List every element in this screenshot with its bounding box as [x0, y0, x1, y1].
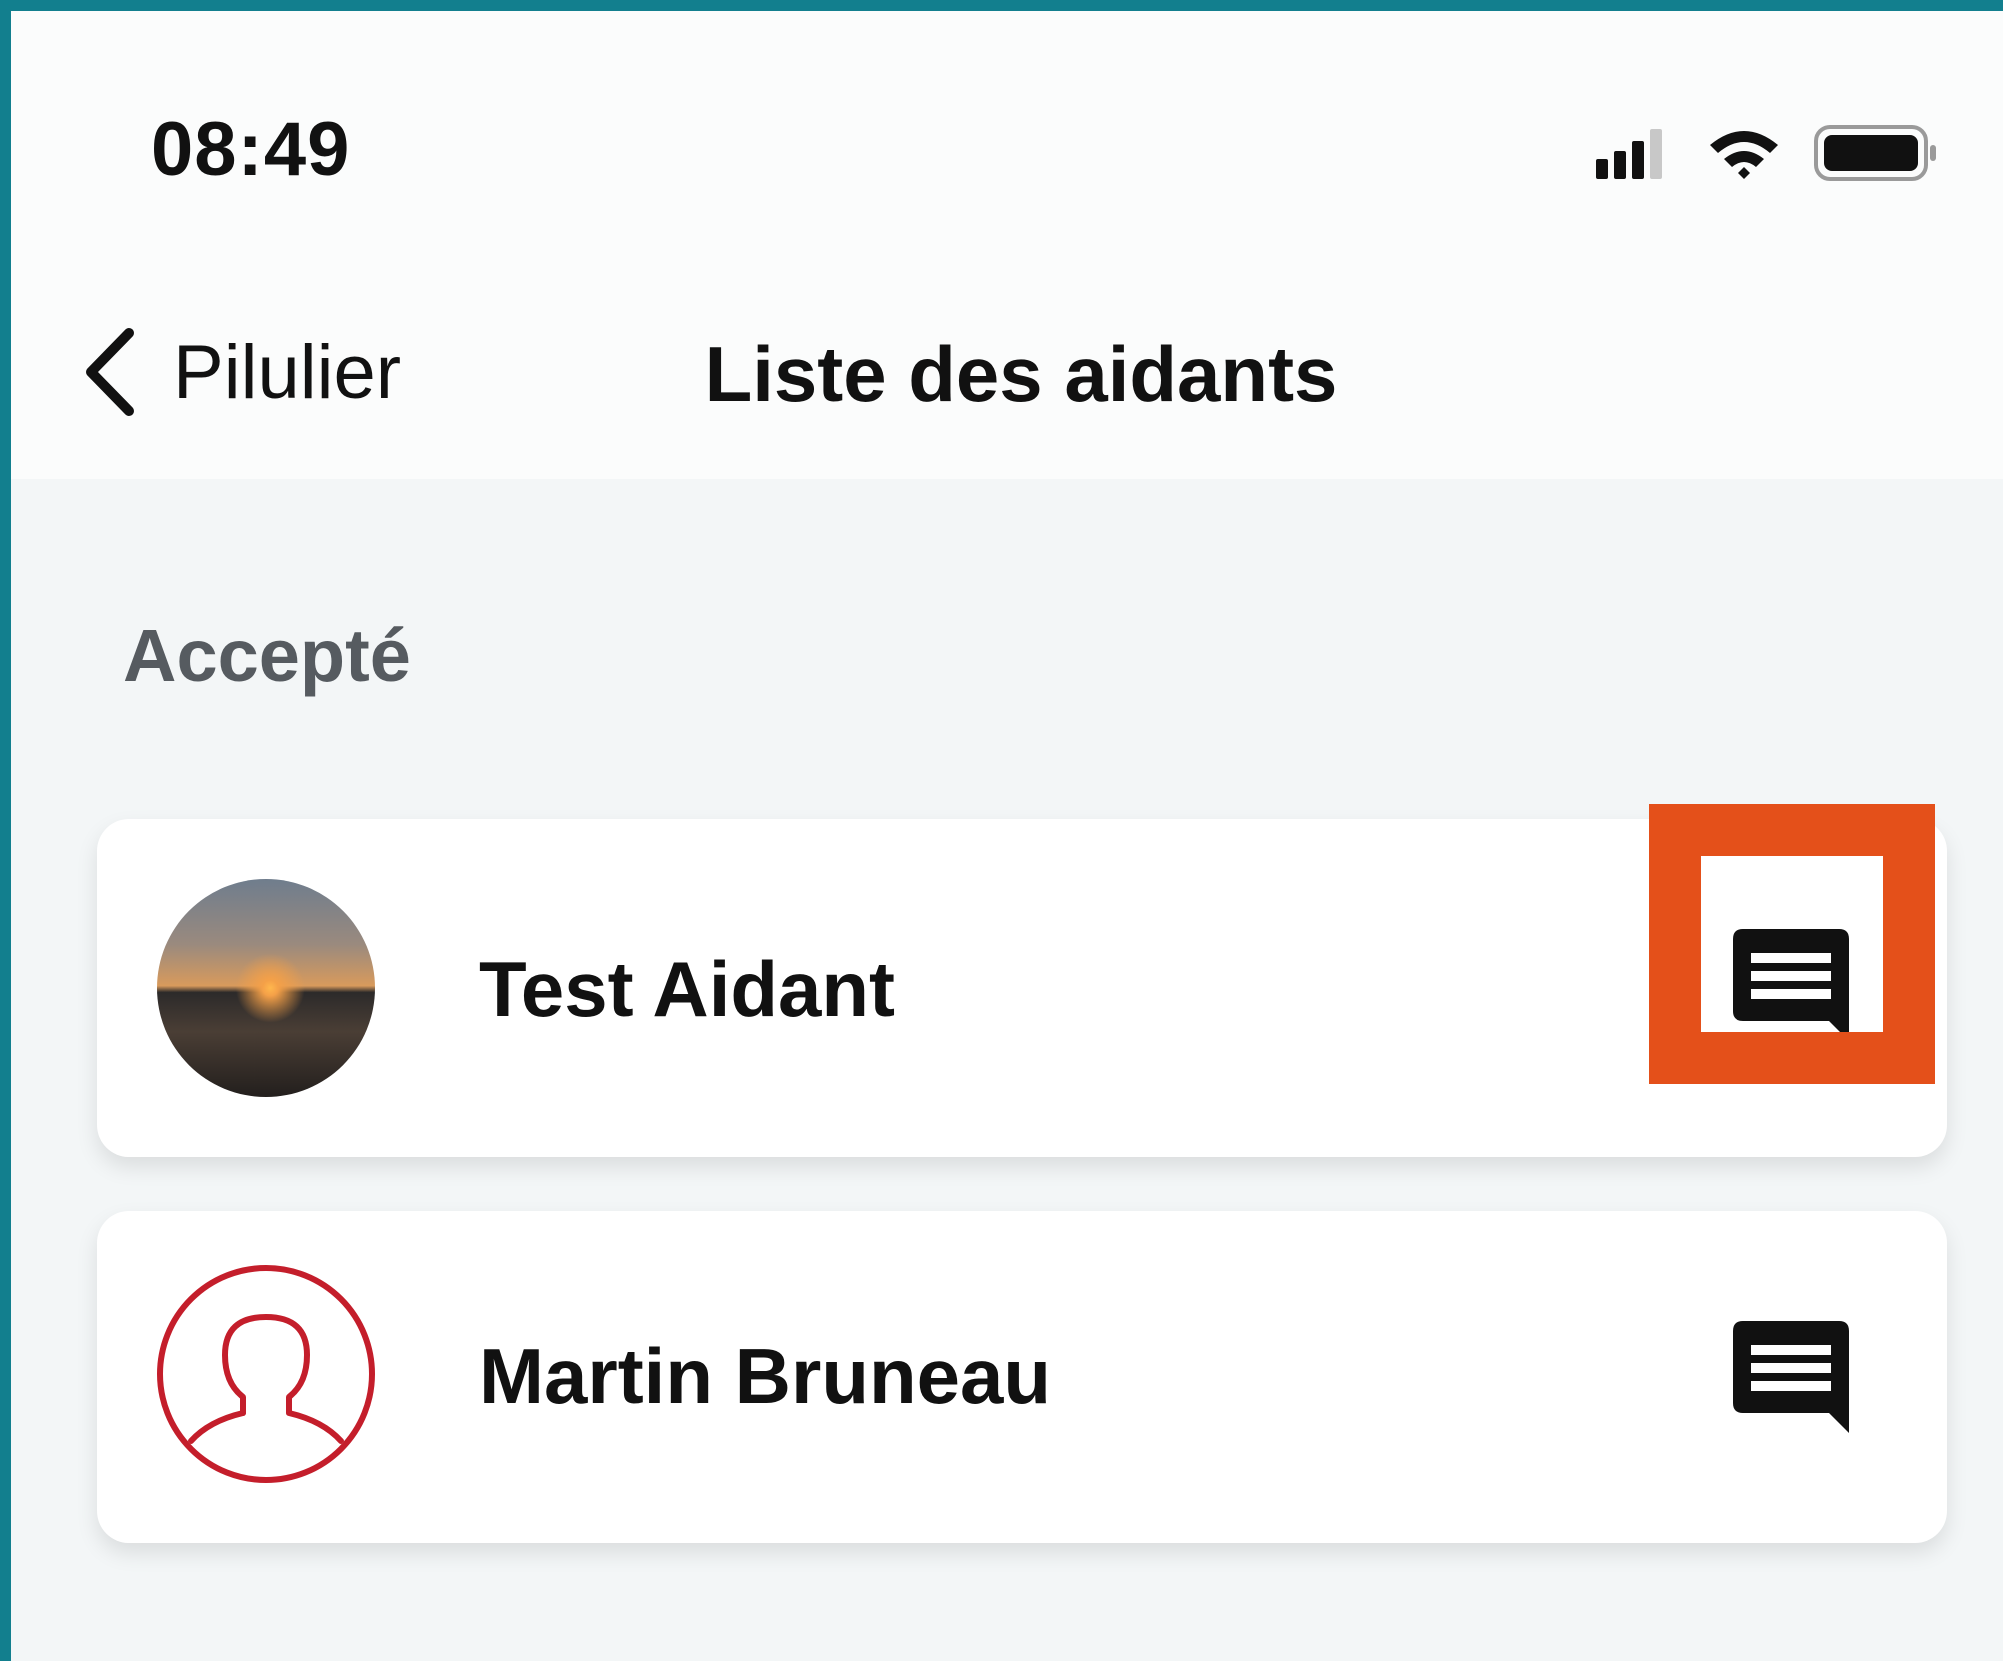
- page-title: Liste des aidants: [704, 330, 1338, 418]
- signal-icon: [1596, 129, 1662, 179]
- header: 08:49 Pilulier Liste des aidants: [11, 11, 2003, 479]
- avatar: [157, 879, 375, 1097]
- section-header-accepted: Accepté: [123, 614, 411, 697]
- caregiver-card[interactable]: Martin Bruneau: [97, 1211, 1947, 1543]
- back-label: Pilulier: [173, 329, 402, 415]
- caregiver-name: Test Aidant: [479, 945, 896, 1033]
- status-icons: [1596, 125, 1936, 181]
- person-outline-icon: [188, 1314, 344, 1444]
- highlight-box: [1649, 804, 1935, 1084]
- screen-frame: 08:49 Pilulier Liste des aidants Accepté…: [0, 0, 2003, 1661]
- chevron-left-icon: [86, 328, 134, 416]
- avatar: [157, 1265, 375, 1483]
- wifi-icon: [1710, 131, 1778, 179]
- message-icon: [1733, 1321, 1849, 1433]
- back-button[interactable]: Pilulier: [81, 327, 401, 417]
- message-button[interactable]: [1721, 1307, 1861, 1447]
- status-time: 08:49: [151, 107, 351, 192]
- caregiver-name: Martin Bruneau: [479, 1332, 1052, 1420]
- battery-icon: [1814, 125, 1936, 181]
